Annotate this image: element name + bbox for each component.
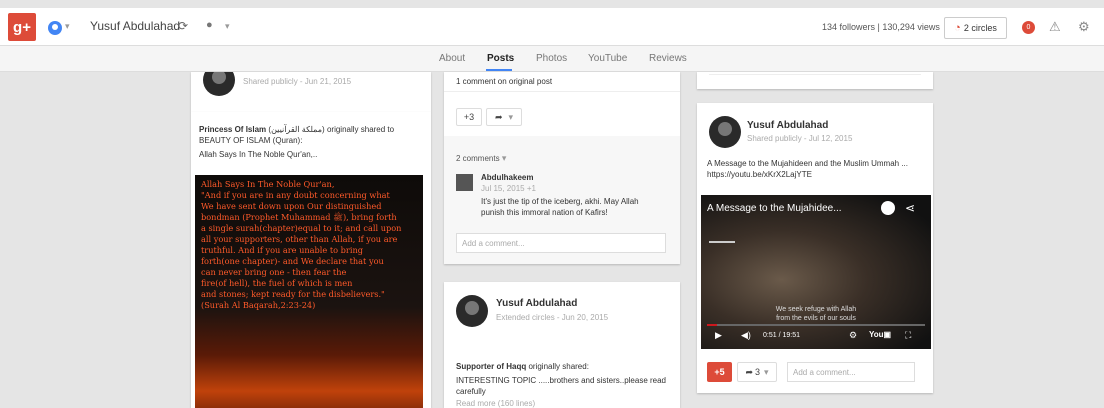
circles-icon: ◔	[954, 22, 961, 34]
post-meta[interactable]: Extended circles - Jun 20, 2015	[496, 313, 608, 322]
commenter-name[interactable]: Abdulhakeem	[481, 172, 533, 183]
chevron-down-icon: ▾	[764, 366, 769, 377]
comment-meta: Jul 15, 2015 +1	[481, 184, 536, 193]
divider	[709, 74, 921, 75]
volume-icon[interactable]: ◀)	[741, 330, 751, 341]
active-tab-indicator	[486, 69, 512, 71]
tab-reviews[interactable]: Reviews	[649, 53, 687, 64]
comments-card: 1 comment on original post +3 ➦ ▾ 2 comme…	[444, 72, 680, 264]
post-excerpt: Allah Says In The Noble Qur'an,..	[199, 150, 318, 159]
avatar[interactable]	[709, 116, 741, 148]
profile-stats: 134 followers | 130,294 views	[822, 22, 940, 32]
quote-image[interactable]: Allah Says In The Noble Qur'an, "And if …	[195, 175, 423, 408]
post-meta[interactable]: Shared publicly - Jul 12, 2015	[747, 134, 852, 143]
sharer-name[interactable]: Supporter of Haqq	[456, 362, 526, 371]
share-attribution: Supporter of Haqq originally shared:	[456, 361, 672, 372]
comments-toggle-label: 2 comments	[456, 154, 500, 163]
profile-switch-icon[interactable]	[48, 21, 62, 35]
share-icon[interactable]: ⚠	[1049, 19, 1061, 35]
youtube-video-player[interactable]: A Message to the Mujahidee... ⋖ We seek …	[701, 195, 931, 349]
author-name[interactable]: Yusuf Abdulahad	[496, 298, 577, 309]
share-icon[interactable]: ⋖	[905, 201, 915, 215]
video-post-card: Yusuf Abdulahad Shared publicly - Jul 12…	[697, 103, 933, 393]
add-comment-input[interactable]: Add a comment...	[456, 233, 666, 253]
tab-posts[interactable]: Posts	[487, 53, 514, 64]
share-count: 3	[755, 367, 761, 377]
top-bar: g+ ▾ Yusuf Abdulahad ⟳ ● ▾ 134 followers…	[0, 8, 1104, 46]
video-subtitle: We seek refuge with Allah from the evils…	[775, 306, 857, 322]
video-logo	[709, 233, 735, 243]
avatar[interactable]	[203, 72, 235, 96]
circles-label: 2 circles	[963, 23, 997, 33]
divider	[444, 91, 680, 92]
notifications-badge[interactable]: 0	[1022, 21, 1035, 34]
share-verb: originally shared:	[528, 362, 589, 371]
profile-tabs: About Posts Photos YouTube Reviews	[0, 46, 1104, 72]
post-card: Shared publicly - Jun 21, 2015	[191, 72, 431, 112]
post-meta[interactable]: Shared publicly - Jun 21, 2015	[243, 77, 351, 86]
shared-post-card: Princess Of Islam (مملكة القرآنيين) orig…	[191, 112, 431, 408]
quote-text: Allah Says In The Noble Qur'an, "And if …	[201, 179, 402, 310]
avatar[interactable]	[456, 295, 488, 327]
chevron-down-icon: ▾	[501, 153, 507, 163]
sharer-name[interactable]: Princess Of Islam	[199, 125, 266, 134]
settings-icon[interactable]: ⚙	[1078, 19, 1090, 35]
post-card-2: Yusuf Abdulahad Extended circles - Jun 2…	[444, 282, 680, 408]
author-name[interactable]: Yusuf Abdulahad	[747, 120, 828, 131]
share-verb: originally shared to	[326, 125, 395, 134]
shared-to-community[interactable]: BEAUTY OF ISLAM (Quran):	[199, 135, 302, 146]
post-text: INTERESTING TOPIC .....brothers and sist…	[456, 376, 667, 396]
comment-text: It's just the tip of the iceberg, akhi. …	[481, 197, 639, 217]
watch-later-icon[interactable]	[881, 201, 895, 215]
share-arrow-icon: ➦	[745, 366, 753, 377]
read-more-link[interactable]: Read more (160 lines)	[456, 399, 535, 408]
sharer-arabic-name: (مملكة القرآنيين)	[268, 125, 325, 134]
circles-button[interactable]: ◔ 2 circles	[944, 17, 1007, 39]
share-button[interactable]: ➦ ▾	[486, 108, 522, 126]
share-arrow-icon: ➦	[494, 111, 503, 122]
fullscreen-icon[interactable]: ⛶	[905, 330, 911, 341]
video-title[interactable]: A Message to the Mujahidee...	[707, 203, 842, 214]
share-attribution: Princess Of Islam (مملكة القرآنيين) orig…	[199, 124, 415, 135]
plus-one-button[interactable]: +5	[707, 362, 732, 382]
post-text[interactable]: A Message to the Mujahideen and the Musl…	[707, 158, 927, 180]
avatar[interactable]	[456, 174, 473, 191]
share-button[interactable]: ➦ 3 ▾	[737, 362, 777, 382]
comments-toggle[interactable]: 2 comments ▾	[456, 153, 506, 164]
profile-name[interactable]: Yusuf Abdulahad	[90, 19, 180, 33]
plus-one-button[interactable]: +3	[456, 108, 482, 126]
tab-photos[interactable]: Photos	[536, 53, 567, 64]
location-pin-icon[interactable]: ●	[206, 19, 213, 31]
tab-about[interactable]: About	[439, 53, 465, 64]
chevron-down-icon[interactable]: ▾	[65, 21, 70, 32]
refresh-icon[interactable]: ⟳	[178, 19, 188, 33]
original-comment-count[interactable]: 1 comment on original post	[456, 76, 552, 87]
youtube-logo-icon[interactable]: You▣	[869, 330, 891, 339]
play-icon[interactable]: ▶	[715, 330, 722, 341]
chevron-down-icon: ▾	[508, 111, 514, 122]
video-progress-bar[interactable]	[707, 324, 925, 326]
video-time: 0:51 / 19:51	[763, 332, 800, 339]
google-plus-logo[interactable]: g+	[8, 13, 36, 41]
add-comment-input[interactable]: Add a comment...	[787, 362, 915, 382]
settings-icon[interactable]: ⚙	[849, 330, 857, 341]
chevron-down-icon[interactable]: ▾	[225, 21, 230, 32]
video-progress-fill	[707, 324, 717, 326]
tab-youtube[interactable]: YouTube	[588, 53, 627, 64]
post-card-top	[697, 72, 933, 89]
